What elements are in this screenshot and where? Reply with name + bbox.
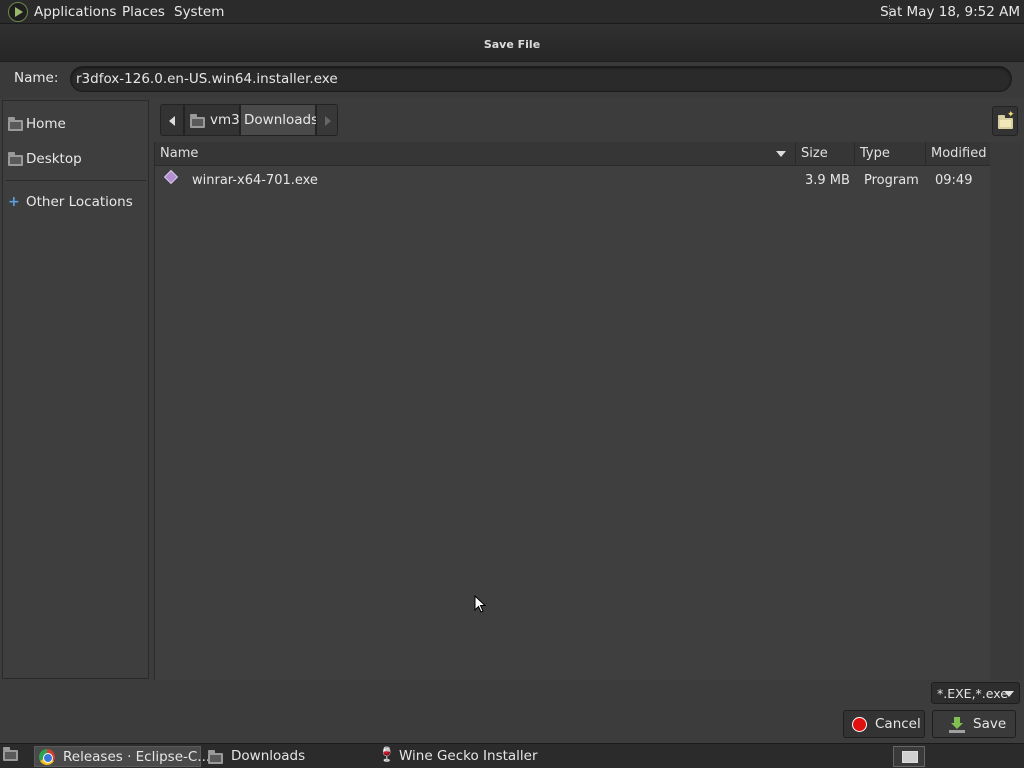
download-icon [950,717,964,731]
sparkle-icon: ✦ [1007,110,1015,120]
taskbar-item-label: Releases · Eclipse-C... [63,749,211,765]
sidebar-item-home[interactable]: Home [3,109,148,139]
plus-icon: + [8,194,20,210]
column-header-name[interactable]: Name [155,142,796,166]
column-label: Type [860,146,890,161]
path-button-downloads[interactable]: Downloads [240,104,319,136]
file-list[interactable]: Name Size Type Modified winrar-x64-701.e… [154,142,991,680]
clock[interactable]: Sat May 18, 9:52 AM [880,4,1020,20]
name-row: Name: [0,62,1024,98]
taskbar: Releases · Eclipse-C... Downloads 🍷 Wine… [0,743,1024,768]
cancel-label: Cancel [875,716,921,732]
workspace-switcher[interactable] [893,746,925,767]
file-modified: 09:49 [935,173,973,188]
show-desktop-icon[interactable] [3,747,18,761]
filter-label: *.EXE,*.exe [937,686,1008,701]
applications-menu[interactable]: Applications [34,4,116,20]
home-folder-icon [190,114,205,128]
save-button[interactable]: Save [932,710,1016,738]
mouse-cursor-icon [474,595,486,613]
column-label: Modified [931,146,987,161]
dialog-title: Save File [483,38,541,51]
path-label: vm3 [210,112,240,128]
taskbar-item-label: Downloads [231,748,306,764]
desktop-folder-icon [8,152,23,166]
file-list-header: Name Size Type Modified [155,142,991,166]
file-type-filter[interactable]: *.EXE,*.exe [931,682,1020,704]
column-label: Size [801,146,828,161]
chevron-down-icon [1004,691,1014,697]
file-type: Program [864,173,919,188]
file-row[interactable]: winrar-x64-701.exe 3.9 MB Program 09:49 [155,168,991,192]
sidebar-item-other-locations[interactable]: + Other Locations [3,187,148,217]
home-folder-icon [8,117,23,131]
create-folder-button[interactable]: ✦ [992,106,1018,136]
taskbar-item-wine-gecko[interactable]: 🍷 Wine Gecko Installer [369,746,538,767]
cancel-button[interactable]: Cancel [843,710,925,738]
download-tray-icon [949,730,965,733]
path-bar: vm3 Downloads [158,104,338,136]
taskbar-item-downloads[interactable]: Downloads [204,746,366,767]
mate-logo-icon[interactable] [8,2,28,22]
path-label: Downloads [244,112,319,128]
column-header-size[interactable]: Size [796,142,855,166]
executable-file-icon [163,169,179,185]
file-size: 3.9 MB [805,173,850,188]
file-name: winrar-x64-701.exe [192,173,318,188]
places-sidebar: Home Desktop + Other Locations [2,100,149,679]
name-label: Name: [14,70,59,86]
sort-descending-icon [776,151,786,157]
sidebar-separator [6,180,146,181]
system-menu[interactable]: System [174,4,224,20]
filename-input[interactable] [70,66,1012,92]
folder-icon [208,750,223,764]
sidebar-item-label: Other Locations [26,194,133,210]
sidebar-item-desktop[interactable]: Desktop [3,144,148,174]
wine-icon: 🍷 [378,747,396,763]
chrome-icon [39,749,55,765]
column-label: Name [160,146,199,161]
file-list-gutter [990,142,1022,680]
places-menu[interactable]: Places [122,4,165,20]
cancel-icon [852,717,867,732]
taskbar-item-releases[interactable]: Releases · Eclipse-C... [34,746,210,767]
sidebar-item-label: Desktop [26,151,82,167]
column-header-type[interactable]: Type [855,142,926,166]
path-scroll-left-button[interactable] [160,104,184,136]
dialog-titlebar[interactable]: Save File [0,24,1024,62]
column-header-modified[interactable]: Modified [926,142,991,166]
sidebar-item-label: Home [26,116,66,132]
taskbar-item-label: Wine Gecko Installer [399,748,538,764]
top-panel: Applications Places System Sat May 18, 9… [0,0,1024,24]
save-label: Save [973,716,1007,732]
path-button-vm3[interactable]: vm3 [184,104,240,136]
path-scroll-right-button[interactable] [316,104,338,136]
